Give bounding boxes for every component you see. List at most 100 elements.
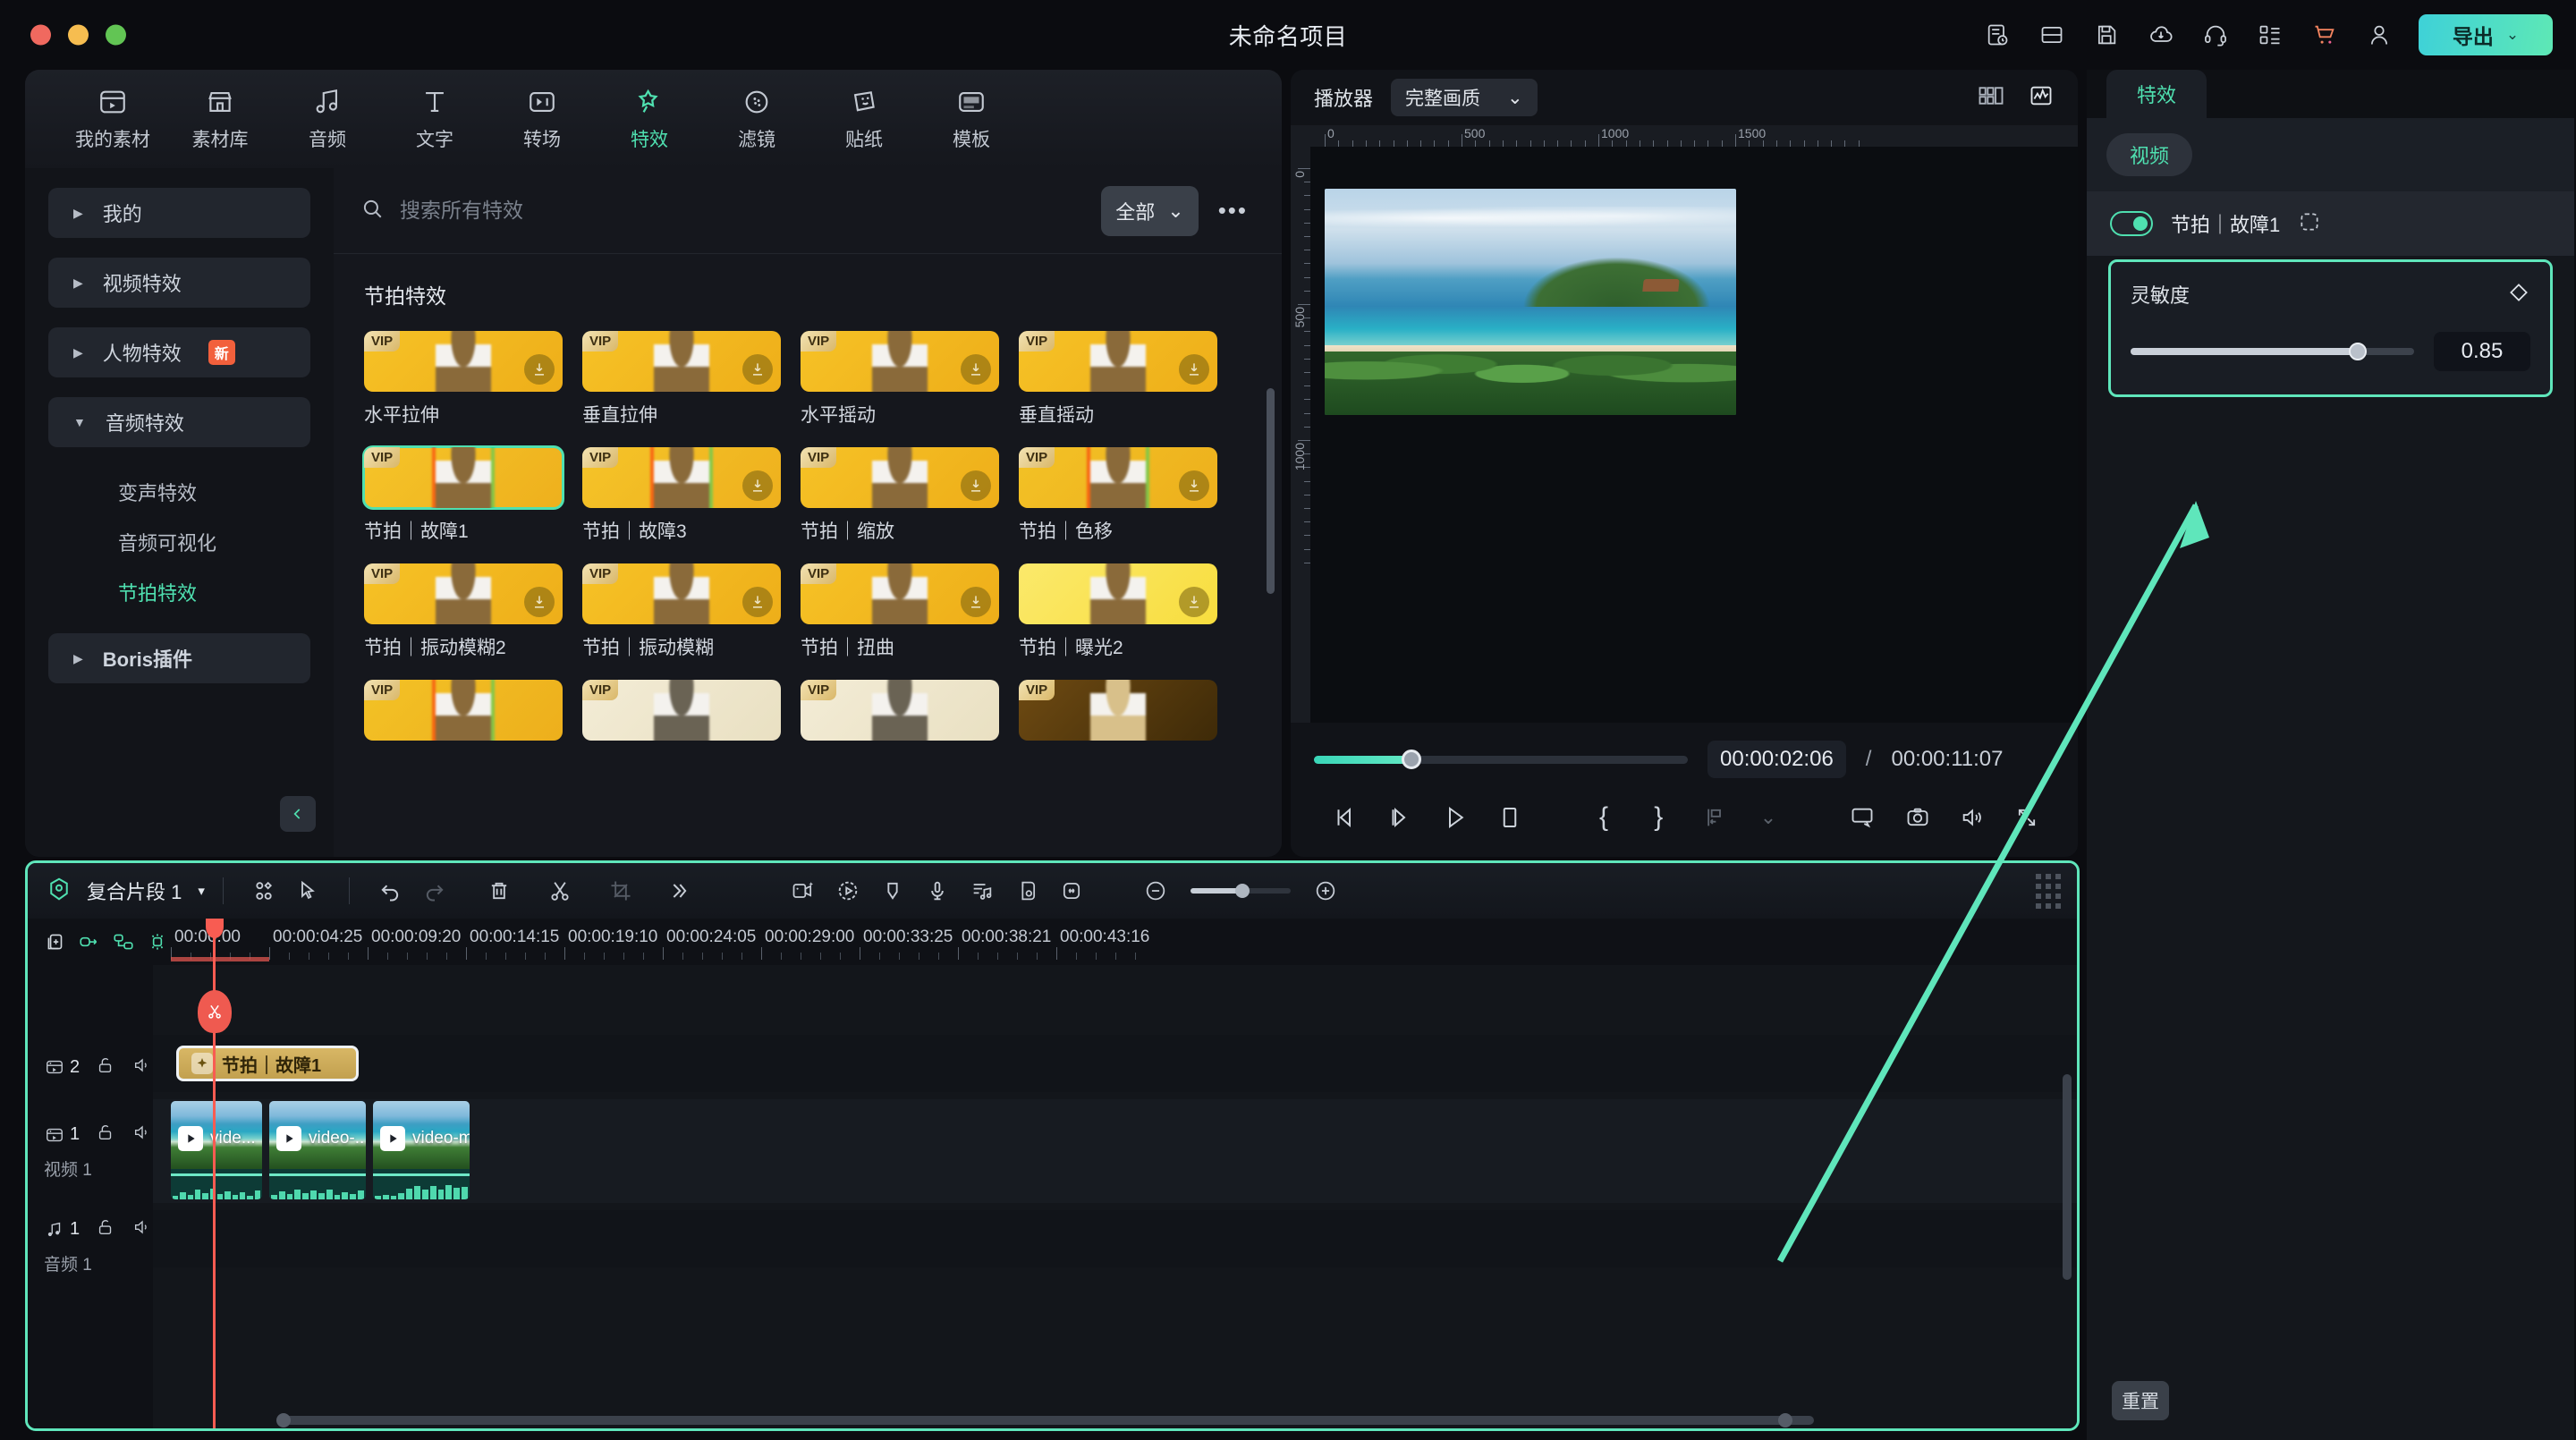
color-match-icon[interactable] — [1004, 872, 1049, 910]
next-frame-button[interactable] — [1372, 796, 1427, 839]
effect-card[interactable]: VIP垂直摇动 — [1019, 331, 1217, 428]
mute-icon[interactable] — [131, 1217, 153, 1241]
tab-text[interactable]: 文字 — [381, 87, 488, 152]
download-icon[interactable] — [1179, 470, 1209, 501]
zoom-slider-knob[interactable] — [1235, 884, 1250, 898]
undo-icon[interactable] — [368, 872, 412, 910]
tab-audio[interactable]: 音频 — [274, 87, 381, 152]
insert-mode-chevron-icon[interactable]: ⌄ — [1741, 796, 1795, 839]
group-icon[interactable] — [112, 928, 135, 955]
mask-icon[interactable] — [2298, 210, 2321, 238]
timeline-ruler[interactable]: 00:00:0000:00:04:2500:00:09:2000:00:14:1… — [153, 919, 2077, 965]
cart-icon[interactable] — [2309, 20, 2340, 50]
collapse-sidebar-button[interactable] — [280, 796, 316, 832]
scroll-handle-left[interactable] — [276, 1413, 291, 1427]
subcategory-voice-changer[interactable]: 变声特效 — [48, 467, 310, 517]
project-home-icon[interactable] — [46, 876, 72, 907]
filter-dropdown[interactable]: 全部 ⌄ — [1101, 186, 1198, 236]
effect-card[interactable]: VIP水平拉伸 — [364, 331, 563, 428]
download-icon[interactable] — [961, 354, 991, 385]
preview-canvas[interactable] — [1310, 147, 2078, 723]
export-button[interactable]: 导出 ⌄ — [2419, 14, 2553, 55]
effect-card[interactable]: VIP — [1019, 680, 1217, 750]
keyframe-diamond-icon[interactable] — [2507, 281, 2530, 309]
tab-stock-library[interactable]: 素材库 — [166, 87, 274, 152]
split-scissors-icon[interactable] — [538, 872, 582, 910]
mute-icon[interactable] — [131, 1122, 153, 1147]
search-input[interactable] — [400, 199, 1085, 223]
scope-waveform-icon[interactable] — [2028, 83, 2055, 113]
speed-icon[interactable] — [826, 872, 870, 910]
reset-button[interactable]: 重置 — [2112, 1381, 2169, 1420]
effect-card[interactable]: VIP水平摇动 — [801, 331, 999, 428]
category-my[interactable]: ▶ 我的 — [48, 188, 310, 238]
cast-screen-button[interactable] — [1835, 796, 1890, 839]
in-out-range[interactable] — [171, 957, 269, 961]
lane-audio[interactable] — [153, 1210, 2077, 1267]
download-icon[interactable] — [961, 587, 991, 617]
download-icon[interactable] — [742, 354, 773, 385]
play-button[interactable] — [1428, 796, 1482, 839]
cursor-tool-icon[interactable] — [286, 872, 331, 910]
insert-mode-button[interactable] — [1686, 796, 1741, 839]
user-account-icon[interactable] — [2364, 20, 2394, 50]
more-options-icon[interactable]: ••• — [1215, 197, 1251, 224]
effect-thumbnail[interactable]: VIP — [801, 447, 999, 508]
lane-effects[interactable] — [153, 1035, 2077, 1092]
track-lanes[interactable]: 节拍｜故障1 vide... — [153, 965, 2077, 1428]
scroll-handle-right[interactable] — [1778, 1413, 1792, 1427]
tab-sticker[interactable]: 贴纸 — [810, 87, 918, 152]
effect-thumbnail[interactable]: VIP — [364, 680, 563, 741]
zoom-in-icon[interactable] — [1303, 872, 1348, 910]
snapshot-button[interactable] — [1890, 796, 1945, 839]
effect-thumbnail[interactable]: VIP — [1019, 447, 1217, 508]
mark-in-button[interactable]: { — [1576, 796, 1631, 839]
subcategory-audio-visualizer[interactable]: 音频可视化 — [48, 517, 310, 567]
voiceover-mic-icon[interactable] — [915, 872, 960, 910]
ruler-playhead[interactable] — [213, 919, 216, 965]
download-icon[interactable] — [742, 470, 773, 501]
effect-card[interactable]: VIP — [801, 680, 999, 750]
download-icon[interactable] — [524, 354, 555, 385]
mark-out-button[interactable]: } — [1631, 796, 1686, 839]
seek-slider[interactable] — [1314, 756, 1688, 764]
ai-video-icon[interactable] — [781, 872, 826, 910]
history-icon[interactable] — [1982, 20, 2012, 50]
effect-thumbnail[interactable]: VIP — [364, 331, 563, 392]
chevron-down-icon[interactable]: ⌄ — [2506, 26, 2519, 44]
effect-thumbnail[interactable]: VIP — [1019, 331, 1217, 392]
download-icon[interactable] — [1179, 587, 1209, 617]
seek-knob[interactable] — [1402, 750, 1421, 769]
split-at-playhead-button[interactable] — [198, 990, 232, 1033]
delete-icon[interactable] — [477, 872, 521, 910]
grip-handle-icon[interactable] — [2036, 874, 2061, 909]
crop-icon[interactable] — [598, 872, 643, 910]
lock-icon[interactable] — [96, 1216, 115, 1242]
select-grid-icon[interactable] — [242, 872, 286, 910]
effects-scrollbar[interactable] — [1267, 388, 1275, 594]
auto-beat-icon[interactable] — [960, 872, 1004, 910]
effect-card[interactable]: 节拍｜曝光2 — [1019, 563, 1217, 660]
tab-filter[interactable]: 滤镜 — [703, 87, 810, 152]
apps-grid-icon[interactable] — [2255, 20, 2285, 50]
tab-effects-properties[interactable]: 特效 — [2106, 70, 2207, 118]
download-icon[interactable] — [1179, 354, 1209, 385]
effect-card[interactable]: VIP节拍｜色移 — [1019, 447, 1217, 544]
effect-thumbnail[interactable]: VIP — [801, 680, 999, 741]
effect-card[interactable]: VIP节拍｜故障3 — [582, 447, 781, 544]
category-boris-plugins[interactable]: ▶ Boris插件 — [48, 633, 310, 683]
subcategory-beat-effects[interactable]: 节拍特效 — [48, 567, 310, 617]
current-time[interactable]: 00:00:02:06 — [1707, 741, 1846, 778]
effect-thumbnail[interactable]: VIP — [364, 563, 563, 624]
timeline-horizontal-scrollbar[interactable] — [278, 1416, 2064, 1425]
fullscreen-button[interactable] — [2000, 796, 2055, 839]
effect-card[interactable]: VIP节拍｜缩放 — [801, 447, 999, 544]
lock-icon[interactable] — [96, 1055, 115, 1080]
composite-clip-selector[interactable]: 复合片段 1 ▾ — [87, 877, 205, 905]
tab-my-media[interactable]: 我的素材 — [59, 87, 166, 152]
mute-icon[interactable] — [131, 1055, 153, 1080]
playhead[interactable] — [213, 965, 216, 1428]
effect-card[interactable]: VIP节拍｜振动模糊 — [582, 563, 781, 660]
slider-knob[interactable] — [2349, 343, 2367, 360]
effect-card[interactable]: VIP节拍｜故障1 — [364, 447, 563, 544]
